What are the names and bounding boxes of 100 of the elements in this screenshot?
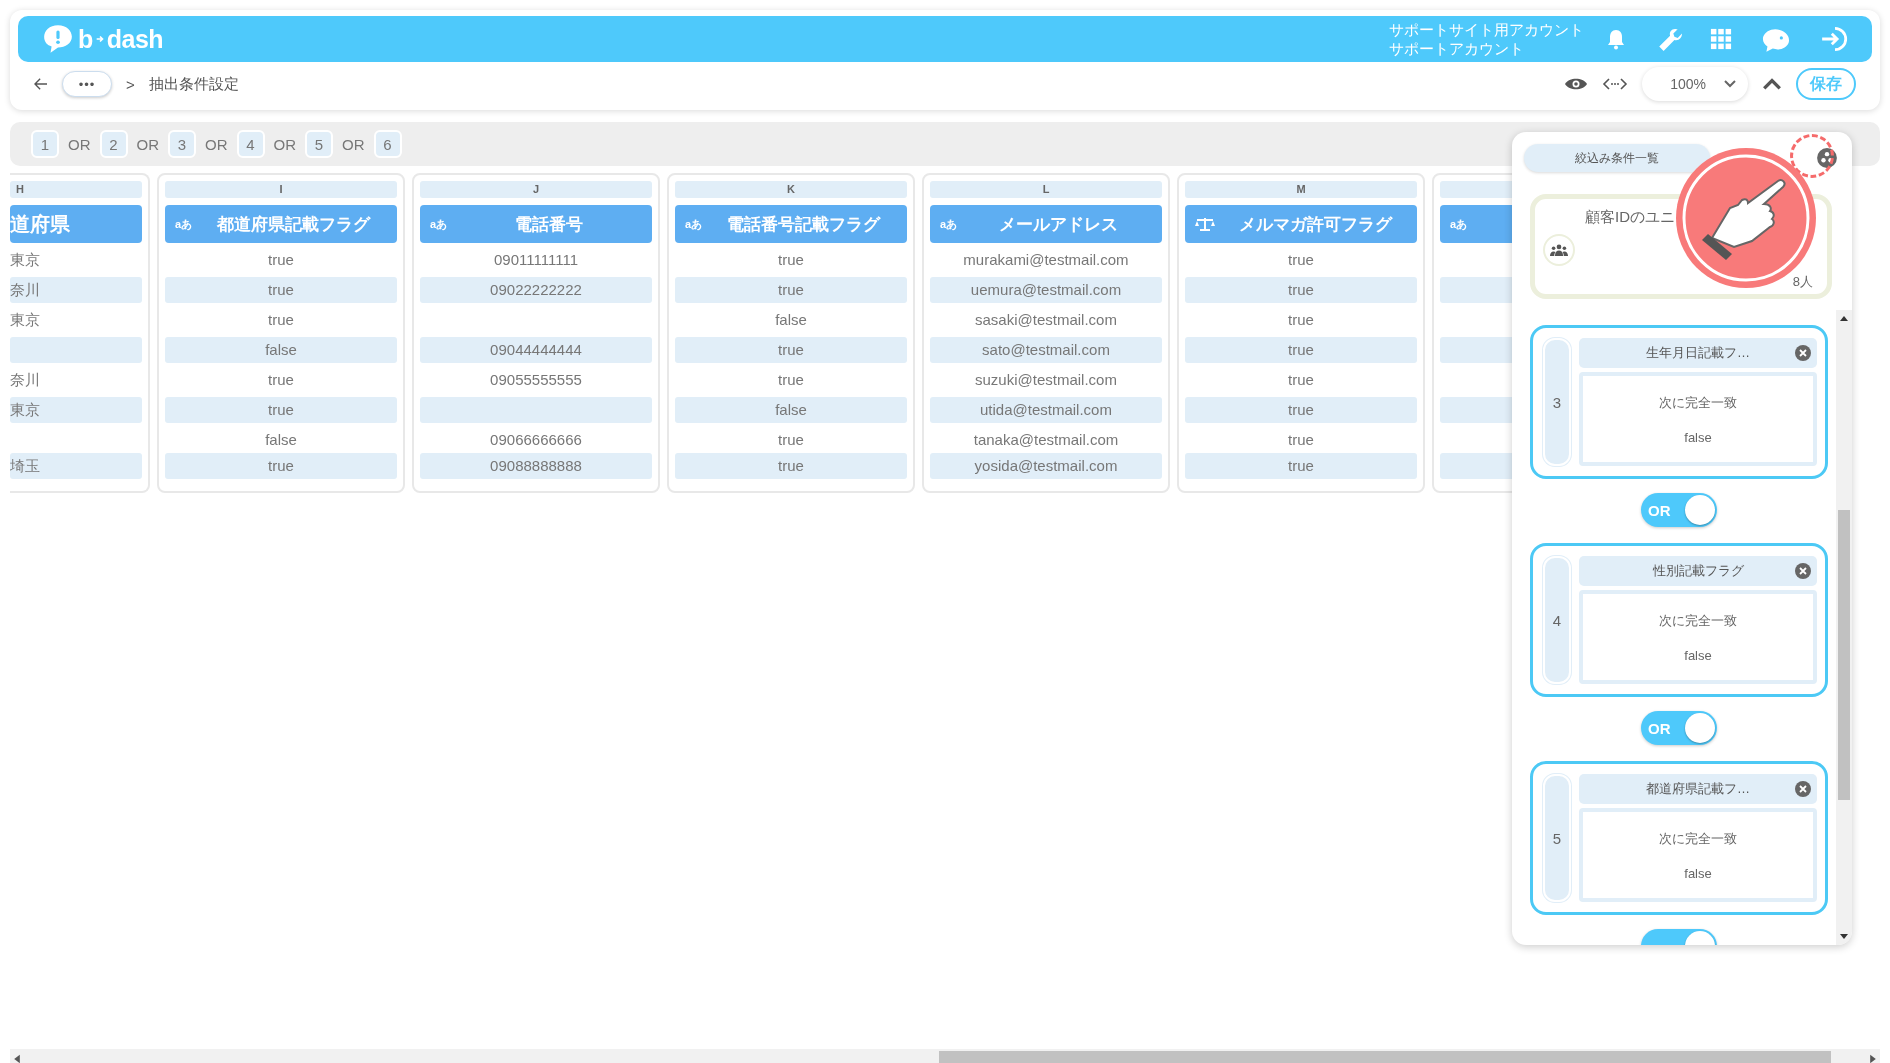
condition-number: 4 (1543, 556, 1571, 684)
condition-operator: 次に完全一致 (1659, 611, 1737, 630)
group-button[interactable]: 2 (99, 130, 128, 158)
scrollbar-thumb[interactable] (939, 1051, 1831, 1063)
column-title: メールアドレス (998, 213, 1120, 236)
arrow-icon (94, 33, 105, 45)
type-label: aあ (430, 216, 448, 232)
table-cell-text: true (267, 250, 295, 270)
type-label: aあ (1450, 216, 1468, 232)
condition-number: 5 (1543, 774, 1571, 902)
group-button[interactable]: 5 (305, 130, 333, 158)
panel-title-tab[interactable]: 絞込み条件一覧 (1524, 144, 1710, 172)
table-cell-text: false (264, 430, 298, 450)
group-operator: OR (68, 135, 91, 153)
scroll-up-icon[interactable] (1839, 314, 1849, 322)
group-button[interactable]: 3 (168, 130, 196, 158)
group-operator: OR (273, 135, 296, 153)
group-button[interactable]: 4 (236, 130, 265, 158)
logo-text: dash (106, 24, 164, 54)
table-cell: true (165, 397, 397, 423)
table-cell-text: true (777, 430, 805, 450)
caret-up-icon[interactable] (1762, 77, 1782, 91)
segment-count: 8人 (1792, 273, 1813, 291)
column-letter: K (675, 181, 907, 198)
table-cell: true (165, 277, 397, 303)
table-cell: uemura@testmail.com (930, 277, 1162, 303)
scale-icon (1195, 216, 1215, 232)
condition-operator: 次に完全一致 (1659, 393, 1737, 412)
group-button[interactable]: 6 (373, 130, 402, 158)
condition-operator: 次に完全一致 (1659, 829, 1737, 848)
table-cell: true (1185, 337, 1417, 363)
column-title: 電話番号記載フラグ (726, 213, 882, 236)
condition-value: false (1684, 647, 1712, 663)
type-label: aあ (175, 216, 193, 232)
column-letter: L (930, 181, 1162, 198)
table-cell: true (1185, 397, 1417, 423)
condition-number: 3 (1543, 338, 1571, 466)
account-name: サポートアカウント (1389, 39, 1525, 58)
table-cell: 埼玉 (10, 453, 142, 479)
column-letter: M (1185, 181, 1417, 198)
condition-field: 生年月日記載フ… (1579, 338, 1817, 368)
table-cell: 09044444444 (420, 337, 652, 363)
code-icon[interactable] (1602, 77, 1628, 91)
group-button[interactable]: 1 (31, 130, 59, 158)
column-title: 道府県 (10, 211, 71, 237)
eye-icon[interactable] (1564, 76, 1588, 92)
column-title: 都道府県記載フラグ (216, 213, 372, 236)
column-letter: I (165, 181, 397, 198)
breadcrumb-separator: > (126, 75, 135, 93)
account-name: サポートサイト用アカウント (1389, 20, 1584, 39)
table-cell: true (675, 277, 907, 303)
condition-value: false (1684, 865, 1712, 881)
table-cell: 09088888888 (420, 453, 652, 479)
scroll-down-icon[interactable] (1839, 933, 1849, 941)
table-cell: false (165, 337, 397, 363)
table-cell-text: tanaka@testmail.com (972, 430, 1120, 450)
table-cell: 東京 (10, 397, 142, 423)
condition-field: 都道府県記載フ… (1579, 774, 1817, 804)
table-cell-text: true (777, 250, 805, 270)
condition-value: false (1684, 429, 1712, 445)
logo-text: b (78, 24, 93, 54)
table-cell-text: murakami@testmail.com (962, 250, 1130, 270)
pointing-hand-icon (1674, 146, 1818, 290)
table-cell-text: true (1287, 370, 1315, 390)
column-title: メルマガ許可フラグ (1237, 213, 1394, 236)
zoom-select[interactable]: 100% (1642, 67, 1748, 101)
table-cell: true (675, 453, 907, 479)
close-icon[interactable] (1795, 563, 1811, 579)
table-cell-text: sasaki@testmail.com (974, 310, 1118, 330)
table-cell: sato@testmail.com (930, 337, 1162, 363)
condition-field: 性別記載フラグ (1579, 556, 1817, 586)
table-cell: false (675, 397, 907, 423)
close-icon[interactable] (1795, 345, 1811, 361)
table-cell-text: 奈川 (10, 370, 41, 390)
type-label: aあ (685, 216, 703, 232)
table-cell: yosida@testmail.com (930, 453, 1162, 479)
table-cell-text: true (777, 370, 805, 390)
table-cell: true (1185, 453, 1417, 479)
table-cell: 09022222222 (420, 277, 652, 303)
table-cell-text: true (267, 310, 295, 330)
type-label: aあ (940, 216, 958, 232)
group-operator: OR (205, 135, 228, 153)
back-arrow-icon[interactable] (34, 78, 48, 90)
table-cell: utida@testmail.com (930, 397, 1162, 423)
more-button[interactable]: ••• (62, 71, 112, 97)
table-cell: true (165, 453, 397, 479)
table-cell: true (675, 337, 907, 363)
table-cell-text: true (1287, 250, 1315, 270)
table-cell-text: true (267, 370, 295, 390)
table-cell-text: 09055555555 (489, 370, 583, 390)
caret-icon (1724, 80, 1736, 88)
column-letter: J (420, 181, 652, 198)
close-icon[interactable] (1795, 781, 1811, 797)
scrollbar-thumb[interactable] (1838, 510, 1850, 800)
group-operator: OR (136, 135, 159, 153)
table-cell-text: 09011111111 (493, 250, 579, 270)
table-cell-text: 東京 (10, 250, 41, 270)
table-cell: 奈川 (10, 277, 142, 303)
table-cell-text: true (1287, 430, 1315, 450)
settings-icon[interactable] (1816, 147, 1838, 169)
